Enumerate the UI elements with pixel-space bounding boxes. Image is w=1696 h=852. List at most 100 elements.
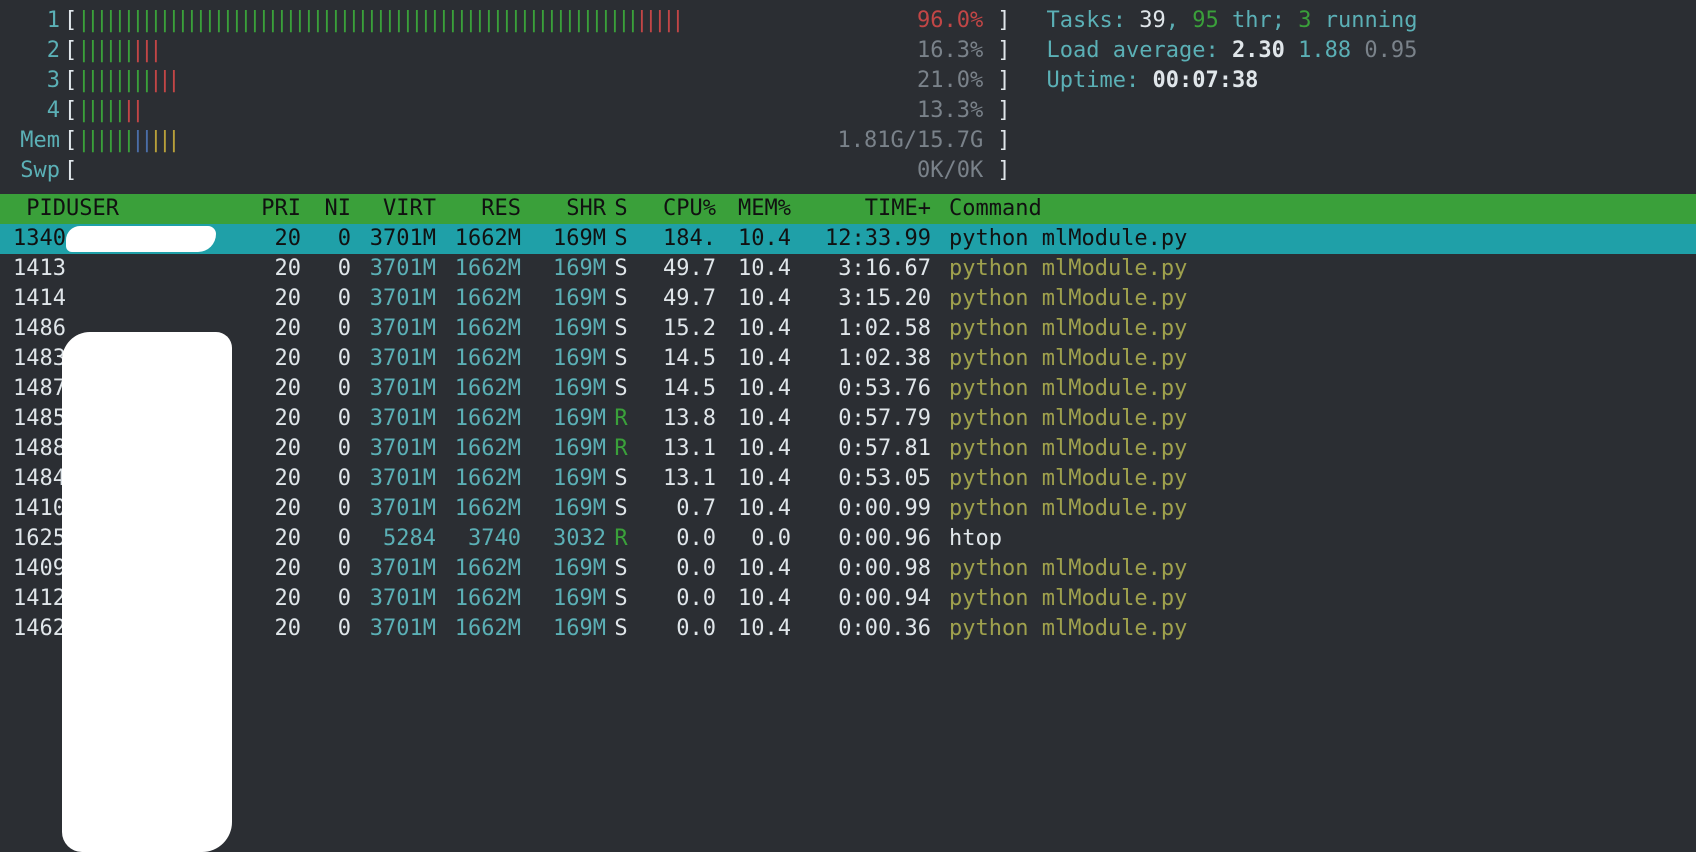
col-shr[interactable]: SHR — [521, 194, 606, 224]
threads-label: thr; — [1232, 8, 1285, 33]
cell-cpu: 0.0 — [636, 524, 716, 554]
process-row[interactable]: 1410 20 0 3701M 1662M 169M S 0.7 10.4 0:… — [0, 494, 1696, 524]
col-mem[interactable]: MEM% — [716, 194, 791, 224]
cell-command: python mlModule.py — [931, 494, 1696, 524]
mem-meter: Mem[ ||||||||||| 1.81G/15.7G ] — [0, 126, 1011, 156]
cell-pri: 20 — [231, 434, 301, 464]
uptime-value: 00:07:38 — [1152, 68, 1258, 93]
process-row[interactable]: 1625 20 0 5284 3740 3032 R 0.0 0.0 0:00.… — [0, 524, 1696, 554]
cell-res: 1662M — [436, 254, 521, 284]
cell-time: 12:33.99 — [791, 224, 931, 254]
col-cpu[interactable]: CPU% — [636, 194, 716, 224]
cell-pid: 1483 — [0, 344, 66, 374]
col-time[interactable]: TIME+ — [791, 194, 931, 224]
process-row[interactable]: 1484 20 0 3701M 1662M 169M S 13.1 10.4 0… — [0, 464, 1696, 494]
cpu-meter-2: 2 [ ||||||||| 16.3% ] — [0, 36, 1011, 66]
load-15: 0.95 — [1364, 38, 1417, 63]
running-label: running — [1325, 8, 1418, 33]
cell-pid: 1413 — [0, 254, 66, 284]
process-row[interactable]: 1413 20 0 3701M 1662M 169M S 49.7 10.4 3… — [0, 254, 1696, 284]
load-5: 1.88 — [1298, 38, 1351, 63]
cell-time: 0:57.81 — [791, 434, 931, 464]
tasks-count: 39 — [1139, 8, 1166, 33]
cell-virt: 3701M — [351, 614, 436, 644]
cell-ni: 0 — [301, 524, 351, 554]
process-row[interactable]: 1486 20 0 3701M 1662M 169M S 15.2 10.4 1… — [0, 314, 1696, 344]
cell-shr: 169M — [521, 464, 606, 494]
threads-count: 95 — [1192, 8, 1219, 33]
col-user[interactable]: USER — [66, 194, 231, 224]
cpu-meters: 1 [ ||||||||||||||||||||||||||||||||||||… — [0, 6, 1011, 186]
cell-res: 1662M — [436, 614, 521, 644]
cell-virt: 3701M — [351, 434, 436, 464]
cell-state: S — [606, 374, 636, 404]
cell-virt: 3701M — [351, 494, 436, 524]
cell-user — [66, 284, 231, 314]
process-row[interactable]: 1462 20 0 3701M 1662M 169M S 0.0 10.4 0:… — [0, 614, 1696, 644]
process-table[interactable]: 1340 20 0 3701M 1662M 169M S 184. 10.4 1… — [0, 224, 1696, 644]
uptime-label: Uptime: — [1047, 68, 1140, 93]
cell-pri: 20 — [231, 284, 301, 314]
cell-res: 1662M — [436, 404, 521, 434]
cell-ni: 0 — [301, 464, 351, 494]
cell-state: S — [606, 584, 636, 614]
process-row[interactable]: 1485 20 0 3701M 1662M 169M R 13.8 10.4 0… — [0, 404, 1696, 434]
col-pri[interactable]: PRI — [231, 194, 301, 224]
cell-pid: 1340 — [0, 224, 66, 254]
cell-res: 1662M — [436, 284, 521, 314]
swp-meter-value: 0K/0K — [917, 156, 983, 186]
cell-mem: 0.0 — [716, 524, 791, 554]
cell-mem: 10.4 — [716, 404, 791, 434]
process-row[interactable]: 1414 20 0 3701M 1662M 169M S 49.7 10.4 3… — [0, 284, 1696, 314]
col-virt[interactable]: VIRT — [351, 194, 436, 224]
cpu-meter-3: 3 [ ||||||||||| 21.0% ] — [0, 66, 1011, 96]
process-row[interactable]: 1340 20 0 3701M 1662M 169M S 184. 10.4 1… — [0, 224, 1696, 254]
cell-virt: 3701M — [351, 284, 436, 314]
cell-cpu: 49.7 — [636, 254, 716, 284]
process-row[interactable]: 1412 20 0 3701M 1662M 169M S 0.0 10.4 0:… — [0, 584, 1696, 614]
cell-command: python mlModule.py — [931, 554, 1696, 584]
cell-command: python mlModule.py — [931, 434, 1696, 464]
summary-panel: Tasks: 39, 95 thr; 3 running Load averag… — [1047, 6, 1418, 186]
cell-pid: 1409 — [0, 554, 66, 584]
meter-panel: 1 [ ||||||||||||||||||||||||||||||||||||… — [0, 0, 1696, 194]
cell-pid: 1486 — [0, 314, 66, 344]
cell-cpu: 0.0 — [636, 614, 716, 644]
cell-pri: 20 — [231, 344, 301, 374]
process-row[interactable]: 1487 20 0 3701M 1662M 169M S 14.5 10.4 0… — [0, 374, 1696, 404]
cell-state: R — [606, 524, 636, 554]
cell-virt: 3701M — [351, 584, 436, 614]
col-ni[interactable]: NI — [301, 194, 351, 224]
cell-mem: 10.4 — [716, 254, 791, 284]
col-res[interactable]: RES — [436, 194, 521, 224]
cell-command: python mlModule.py — [931, 254, 1696, 284]
cell-state: S — [606, 614, 636, 644]
cell-pri: 20 — [231, 614, 301, 644]
col-s[interactable]: S — [606, 194, 636, 224]
cell-shr: 169M — [521, 344, 606, 374]
process-row[interactable]: 1483 20 0 3701M 1662M 169M S 14.5 10.4 1… — [0, 344, 1696, 374]
cell-res: 3740 — [436, 524, 521, 554]
cell-pri: 20 — [231, 224, 301, 254]
process-table-header[interactable]: PID USER PRI NI VIRT RES SHR S CPU% MEM%… — [0, 194, 1696, 224]
cpu-meter-3-value: 21.0% — [917, 66, 983, 96]
cell-user — [66, 224, 231, 254]
cell-ni: 0 — [301, 434, 351, 464]
cell-mem: 10.4 — [716, 494, 791, 524]
cell-time: 1:02.38 — [791, 344, 931, 374]
cell-shr: 169M — [521, 284, 606, 314]
process-row[interactable]: 1409 20 0 3701M 1662M 169M S 0.0 10.4 0:… — [0, 554, 1696, 584]
cell-time: 0:00.36 — [791, 614, 931, 644]
col-pid[interactable]: PID — [0, 194, 66, 224]
cell-pid: 1410 — [0, 494, 66, 524]
cell-ni: 0 — [301, 344, 351, 374]
col-cmd[interactable]: Command — [931, 194, 1696, 224]
cell-pri: 20 — [231, 554, 301, 584]
cell-virt: 3701M — [351, 224, 436, 254]
cell-shr: 169M — [521, 314, 606, 344]
cell-mem: 10.4 — [716, 434, 791, 464]
process-row[interactable]: 1488 20 0 3701M 1662M 169M R 13.1 10.4 0… — [0, 434, 1696, 464]
cell-pri: 20 — [231, 314, 301, 344]
cell-mem: 10.4 — [716, 374, 791, 404]
cell-shr: 169M — [521, 554, 606, 584]
